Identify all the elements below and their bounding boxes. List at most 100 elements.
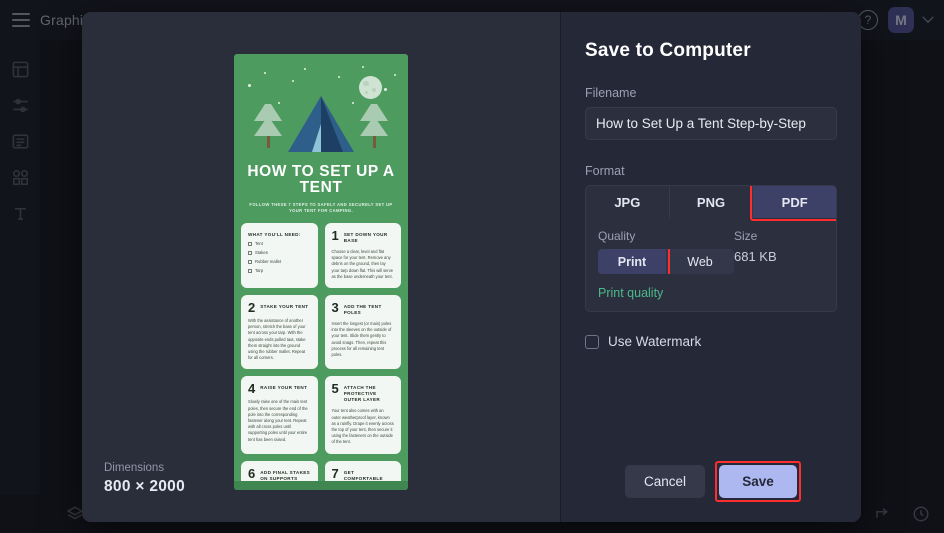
sliders-icon[interactable] — [11, 96, 30, 115]
infographic-title: HOW TO SET UP A TENT — [234, 164, 408, 196]
checkbox-icon — [248, 242, 252, 246]
save-dialog: HOW TO SET UP A TENT FOLLOW THESE 7 STEP… — [82, 12, 861, 522]
step-card: 2 STAKE YOUR TENT With the assistance of… — [241, 295, 318, 369]
checkbox-icon — [248, 260, 252, 264]
format-tab-png[interactable]: PNG — [670, 186, 754, 218]
format-tabs: JPG PNG PDF — [586, 186, 836, 218]
watermark-checkbox[interactable] — [585, 335, 599, 349]
size-label: Size — [734, 229, 824, 243]
step-number: 2 — [248, 302, 255, 313]
step-number: 4 — [248, 383, 255, 394]
preview-pane: HOW TO SET UP A TENT FOLLOW THESE 7 STEP… — [82, 12, 560, 522]
history-icon[interactable] — [912, 505, 930, 523]
supplies-item-label: Tarp — [255, 268, 263, 273]
quality-tabs: Print Web — [598, 249, 734, 274]
checkbox-icon — [248, 269, 252, 273]
step-title: RAISE YOUR TENT — [260, 383, 307, 391]
step-card: 3 ADD THE TENT POLES Insert the longest … — [325, 295, 402, 369]
format-block: Format JPG PNG PDF Quality — [585, 164, 837, 312]
supplies-item-label: Stakes — [255, 250, 268, 255]
supplies-checklist: Tent Stakes Rubber mallet — [248, 241, 311, 273]
quality-row: Quality Print Web Size 681 KB — [586, 218, 836, 286]
supplies-card: WHAT YOU'LL NEED: Tent Stakes — [241, 223, 318, 288]
supplies-title: WHAT YOU'LL NEED: — [248, 230, 311, 238]
preview-wrapper: HOW TO SET UP A TENT FOLLOW THESE 7 STEP… — [234, 12, 408, 522]
save-options-pane: Save to Computer Filename Format JPG PNG… — [560, 12, 861, 522]
list-item: Tarp — [248, 268, 311, 273]
infographic-card-grid: WHAT YOU'LL NEED: Tent Stakes — [234, 214, 408, 490]
infographic-header — [234, 54, 408, 166]
step-number: 6 — [248, 468, 255, 479]
tree-right — [360, 104, 388, 148]
size-block: Size 681 KB — [734, 229, 824, 274]
topbar-right-group: ? M — [858, 7, 932, 33]
watermark-label: Use Watermark — [608, 334, 701, 349]
dialog-actions: Cancel Save — [561, 465, 861, 498]
text-icon[interactable] — [11, 204, 30, 223]
format-card: JPG PNG PDF Quality Print — [585, 185, 837, 312]
bottombar-right-group — [874, 505, 930, 523]
quality-note: Print quality — [586, 286, 836, 311]
share-icon[interactable] — [874, 505, 892, 523]
dimensions-label: Dimensions — [104, 462, 185, 474]
step-title: STAKE YOUR TENT — [260, 302, 308, 310]
step-card: 5 ATTACH THE PROTECTIVE OUTER LAYER Your… — [325, 376, 402, 453]
cancel-button[interactable]: Cancel — [625, 465, 705, 498]
avatar[interactable]: M — [888, 7, 914, 33]
step-title: GET COMFORTABLE — [344, 468, 394, 482]
watermark-row[interactable]: Use Watermark — [585, 334, 837, 349]
filename-input[interactable] — [585, 107, 837, 140]
quality-tab-print-label: Print — [618, 255, 646, 269]
list-item: Stakes — [248, 250, 311, 255]
infographic-footer — [234, 481, 408, 490]
chevron-down-icon[interactable] — [922, 12, 933, 23]
step-title: SET DOWN YOUR BASE — [344, 230, 394, 244]
quality-tab-print[interactable]: Print — [598, 249, 666, 274]
step-title: ATTACH THE PROTECTIVE OUTER LAYER — [344, 383, 394, 403]
format-tab-pdf[interactable]: PDF — [753, 186, 836, 218]
quality-block: Quality Print Web — [598, 229, 734, 274]
moon-icon — [359, 76, 382, 99]
save-button[interactable]: Save — [719, 465, 797, 498]
step-number: 5 — [332, 383, 339, 394]
step-number: 1 — [332, 230, 339, 241]
step-body: Your tent also comes with an outer weath… — [332, 408, 395, 445]
elements-icon[interactable] — [11, 168, 30, 187]
size-value: 681 KB — [734, 249, 824, 264]
pages-icon[interactable] — [11, 132, 30, 151]
tree-left — [254, 104, 282, 148]
templates-icon[interactable] — [11, 60, 30, 79]
filename-label: Filename — [585, 86, 837, 100]
step-body: With the assistance of another person, s… — [248, 318, 311, 361]
quality-tab-web[interactable]: Web — [666, 249, 734, 274]
step-title: ADD THE TENT POLES — [344, 302, 394, 316]
app-root: Graphic ? M — [0, 0, 944, 533]
step-body: Slowly raise one of the main tent poles,… — [248, 399, 311, 442]
tent-illustration — [288, 96, 354, 152]
supplies-item-label: Tent — [255, 241, 263, 246]
format-label: Format — [585, 164, 837, 178]
step-number: 3 — [332, 302, 339, 313]
save-button-label: Save — [742, 474, 774, 489]
hamburger-icon[interactable] — [12, 13, 30, 27]
step-number: 7 — [332, 468, 339, 479]
format-tab-jpg[interactable]: JPG — [586, 186, 670, 218]
dimensions-block: Dimensions 800 × 2000 — [104, 462, 185, 496]
step-card: 1 SET DOWN YOUR BASE Choose a clear, lev… — [325, 223, 402, 288]
infographic-subtitle: FOLLOW THESE 7 STEPS TO SAFELY AND SECUR… — [234, 202, 408, 214]
editor-sidebar — [0, 40, 40, 533]
page-title: Save to Computer — [585, 40, 837, 62]
checkbox-icon — [248, 251, 252, 255]
filename-block: Filename — [585, 86, 837, 140]
dimensions-value: 800 × 2000 — [104, 478, 185, 496]
quality-label: Quality — [598, 229, 734, 243]
step-body: Insert the longest (or main) poles into … — [332, 321, 395, 358]
infographic-preview[interactable]: HOW TO SET UP A TENT FOLLOW THESE 7 STEP… — [234, 54, 408, 490]
supplies-item-label: Rubber mallet — [255, 259, 281, 264]
list-item: Tent — [248, 241, 311, 246]
list-item: Rubber mallet — [248, 259, 311, 264]
step-body: Choose a clear, level and flat space for… — [332, 249, 395, 280]
format-tab-pdf-label: PDF — [782, 195, 808, 210]
help-icon[interactable]: ? — [858, 10, 878, 30]
step-card: 4 RAISE YOUR TENT Slowly raise one of th… — [241, 376, 318, 453]
